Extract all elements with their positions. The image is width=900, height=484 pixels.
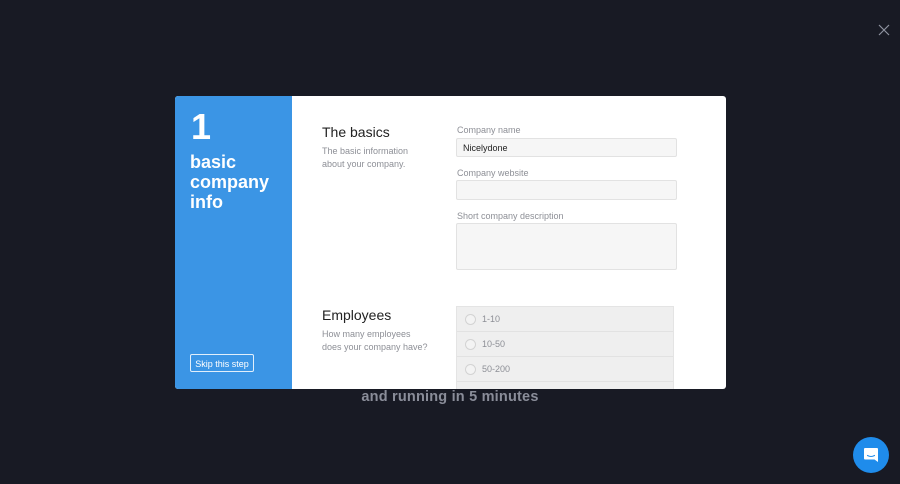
skip-step-button[interactable]: Skip this step [190, 354, 254, 372]
employee-option-label: 10-50 [482, 339, 506, 349]
employees-section-description: How many employees does your company hav… [322, 329, 428, 352]
short-description-label: Short company description [457, 211, 564, 221]
step-title: basic company info [190, 152, 270, 212]
employee-option-label: 1-10 [482, 314, 501, 324]
close-button[interactable] [878, 24, 894, 40]
radio-button-icon [465, 363, 476, 375]
company-website-label: Company website [457, 168, 529, 178]
short-description-textarea[interactable] [456, 223, 677, 270]
step-sidebar: 1 basic company info Skip this step [175, 96, 292, 389]
company-name-input[interactable] [456, 138, 677, 157]
basics-section-title: The basics [322, 124, 390, 140]
close-icon [878, 24, 890, 36]
step-number: 1 [191, 106, 212, 147]
chat-button[interactable] [853, 437, 889, 473]
radio-button-icon [465, 388, 476, 389]
employee-option-label: 50-200 [482, 364, 511, 374]
onboarding-modal: 1 basic company info Skip this step The … [175, 96, 726, 389]
employee-option-50-200[interactable]: 50-200 [457, 357, 673, 382]
chat-icon [864, 448, 878, 462]
employees-section-title: Employees [322, 307, 392, 323]
company-website-input[interactable] [456, 180, 677, 200]
employee-option-1-10[interactable]: 1-10 [457, 307, 673, 332]
employee-option-10-50[interactable]: 10-50 [457, 332, 673, 357]
radio-button-icon [465, 313, 476, 325]
company-name-label: Company name [457, 125, 521, 135]
basics-section-description: The basic information about your company… [322, 146, 409, 169]
employee-option-partial[interactable] [457, 382, 673, 389]
radio-button-icon [465, 338, 476, 350]
modal-content: The basics The basic information about y… [292, 96, 726, 389]
employee-count-options: 1-10 10-50 50-200 [456, 306, 674, 389]
background-tagline: and running in 5 minutes [361, 389, 539, 405]
